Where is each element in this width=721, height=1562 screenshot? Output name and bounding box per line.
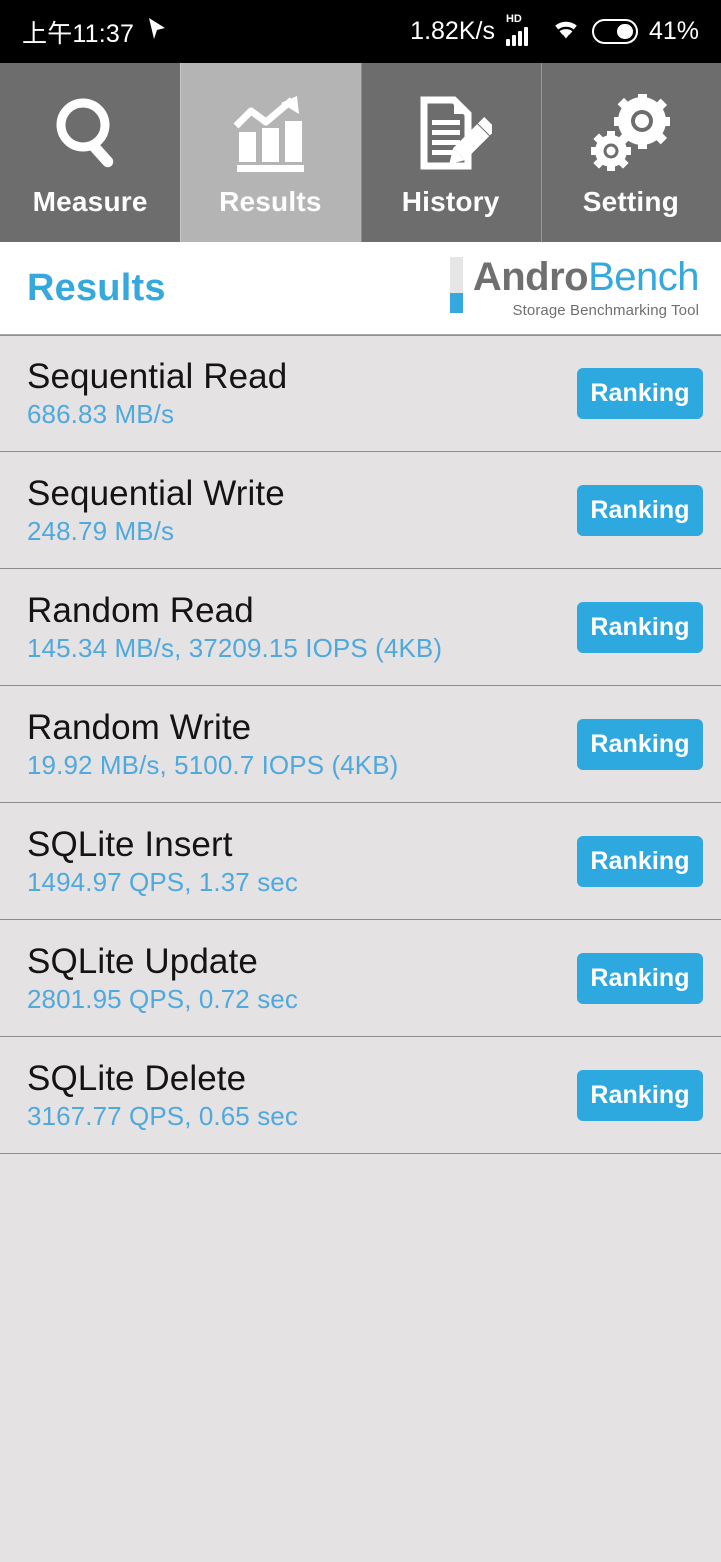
tab-bar: Measure Results History Setting <box>0 63 721 242</box>
ranking-button[interactable]: Ranking <box>577 718 703 770</box>
tab-setting[interactable]: Setting <box>540 63 721 242</box>
tab-measure-label: Measure <box>32 185 148 217</box>
result-title: Sequential Read <box>27 357 288 396</box>
result-value: 3167.77 QPS, 0.65 sec <box>27 1100 298 1131</box>
result-title: SQLite Insert <box>27 824 233 864</box>
hd-label: HD <box>505 12 522 25</box>
result-value: 248.79 MB/s <box>27 515 175 546</box>
table-row[interactable]: SQLite Insert 1494.97 QPS, 1.37 sec Rank… <box>0 803 721 920</box>
ranking-button[interactable]: Ranking <box>577 484 703 536</box>
tab-history-label: History <box>401 185 500 217</box>
page-header: Results AndroBench Storage Benchmarking … <box>0 242 721 335</box>
network-speed-label: 1.82K/s <box>410 17 495 45</box>
tab-history[interactable]: History <box>360 63 541 242</box>
tab-measure[interactable]: Measure <box>0 63 180 242</box>
table-row[interactable]: Random Write 19.92 MB/s, 5100.7 IOPS (4K… <box>0 686 721 803</box>
status-bar-left: 上午11:37 <box>22 14 168 50</box>
ranking-button[interactable]: Ranking <box>577 601 703 653</box>
tab-results-label: Results <box>219 185 322 217</box>
logo-bar-top <box>449 257 463 293</box>
tab-results[interactable]: Results <box>180 63 361 242</box>
table-row[interactable]: SQLite Update 2801.95 QPS, 0.72 sec Rank… <box>0 920 721 1037</box>
result-title: SQLite Delete <box>27 1058 247 1098</box>
logo-bench: Bench <box>588 255 699 299</box>
table-row[interactable]: Sequential Write 248.79 MB/s Ranking <box>0 452 721 569</box>
signal-bars-icon: HD <box>505 13 540 46</box>
result-value: 686.83 MB/s <box>27 399 175 429</box>
result-value: 145.34 MB/s, 37209.15 IOPS (4KB) <box>27 632 443 663</box>
tab-setting-label: Setting <box>582 185 680 217</box>
result-text: SQLite Insert 1494.97 QPS, 1.37 sec <box>27 825 298 898</box>
result-text: SQLite Delete 3167.77 QPS, 0.65 sec <box>27 1059 298 1132</box>
result-value: 2801.95 QPS, 0.72 sec <box>27 983 298 1014</box>
status-bar-right: 1.82K/s HD 41% <box>410 13 699 46</box>
result-text: SQLite Update 2801.95 QPS, 0.72 sec <box>27 942 298 1015</box>
result-title: SQLite Update <box>27 941 258 981</box>
logo-wordmark: AndroBench <box>472 255 700 299</box>
result-value: 19.92 MB/s, 5100.7 IOPS (4KB) <box>27 749 399 780</box>
table-row[interactable]: SQLite Delete 3167.77 QPS, 0.65 sec Rank… <box>0 1037 721 1154</box>
ranking-button[interactable]: Ranking <box>577 835 703 887</box>
status-bar: 上午11:37 1.82K/s HD 41% <box>0 0 721 63</box>
result-value: 1494.97 QPS, 1.37 sec <box>27 866 298 897</box>
result-title: Sequential Write <box>27 473 285 513</box>
result-title: Random Read <box>27 590 254 630</box>
androbench-logo: AndroBench Storage Benchmarking Tool <box>449 255 700 319</box>
logo-text: AndroBench Storage Benchmarking Tool <box>472 255 700 319</box>
battery-fill <box>616 24 633 39</box>
status-bar-clock: 上午11:37 <box>22 19 135 48</box>
magnifier-icon <box>50 88 130 176</box>
table-row[interactable]: Sequential Read 686.83 MB/s Ranking <box>0 335 721 452</box>
signal-bars-glyph <box>505 26 528 46</box>
androbench-results-screen: 上午11:37 1.82K/s HD 41% Measure Results H… <box>0 0 721 1562</box>
ranking-button[interactable]: Ranking <box>577 368 703 419</box>
logo-andro: Andro <box>472 255 589 299</box>
result-text: Random Write 19.92 MB/s, 5100.7 IOPS (4K… <box>27 708 398 781</box>
logo-bar-icon <box>449 257 463 313</box>
result-text: Random Read 145.34 MB/s, 37209.15 IOPS (… <box>27 591 442 664</box>
document-pencil-icon <box>410 88 492 176</box>
ranking-button[interactable]: Ranking <box>577 1069 703 1121</box>
navigation-arrow-icon <box>146 16 168 47</box>
results-list: Sequential Read 686.83 MB/s Ranking Sequ… <box>0 335 721 1154</box>
table-row[interactable]: Random Read 145.34 MB/s, 37209.15 IOPS (… <box>0 569 721 686</box>
result-title: Random Write <box>27 707 252 747</box>
bar-chart-arrow-icon <box>229 88 311 176</box>
logo-tagline: Storage Benchmarking Tool <box>512 302 699 319</box>
wifi-icon <box>551 17 581 46</box>
page-title: Results <box>27 266 166 309</box>
result-text: Sequential Write 248.79 MB/s <box>27 474 285 547</box>
gears-icon <box>589 88 673 176</box>
logo-bar-bottom <box>449 293 463 313</box>
result-text: Sequential Read 686.83 MB/s <box>27 357 287 430</box>
battery-icon <box>591 19 638 44</box>
ranking-button[interactable]: Ranking <box>577 952 703 1004</box>
battery-percent-label: 41% <box>648 17 699 45</box>
